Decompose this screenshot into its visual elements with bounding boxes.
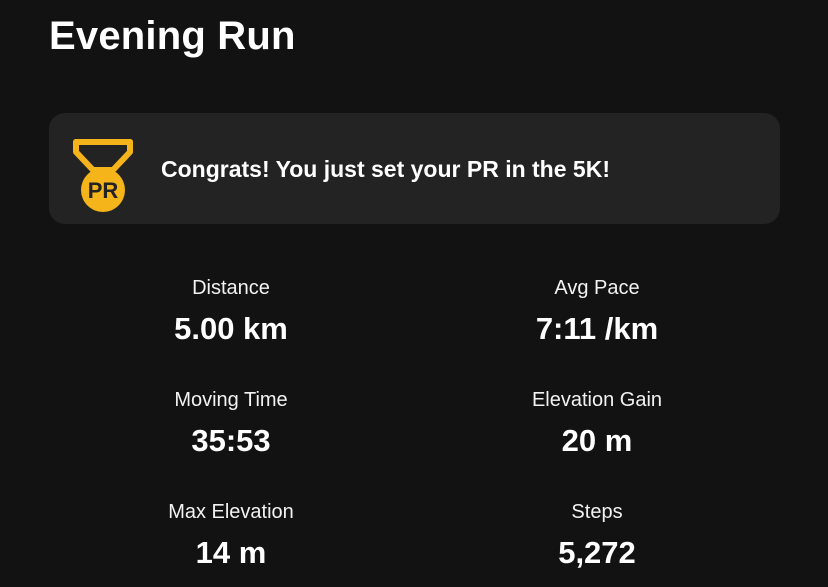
stat-moving-time: Moving Time 35:53	[81, 386, 381, 460]
stat-avg-pace: Avg Pace 7:11 /km	[447, 274, 747, 348]
stat-label: Max Elevation	[168, 501, 294, 523]
stat-value: 5.00 km	[174, 311, 288, 346]
stat-label: Avg Pace	[554, 277, 640, 299]
stat-value: 35:53	[191, 423, 271, 458]
pr-medal-icon: PR	[73, 139, 133, 212]
pr-banner[interactable]: PR Congrats! You just set your PR in the…	[49, 113, 780, 224]
stat-value: 7:11 /km	[535, 311, 659, 346]
stat-label: Distance	[192, 277, 270, 299]
stat-max-elevation: Max Elevation 14 m	[81, 498, 381, 572]
stat-label: Moving Time	[174, 389, 288, 411]
stat-label: Steps	[571, 501, 623, 523]
pr-badge-text: PR	[88, 178, 119, 203]
stat-value: 14 m	[195, 535, 267, 570]
page-title: Evening Run	[49, 14, 296, 58]
stat-distance: Distance 5.00 km	[81, 274, 381, 348]
stat-elevation-gain: Elevation Gain 20 m	[447, 386, 747, 460]
stat-steps: Steps 5,272	[447, 498, 747, 572]
stat-value: 20 m	[561, 423, 633, 458]
stat-label: Elevation Gain	[531, 389, 663, 411]
pr-banner-message: Congrats! You just set your PR in the 5K…	[161, 156, 610, 182]
stat-value: 5,272	[558, 535, 636, 570]
